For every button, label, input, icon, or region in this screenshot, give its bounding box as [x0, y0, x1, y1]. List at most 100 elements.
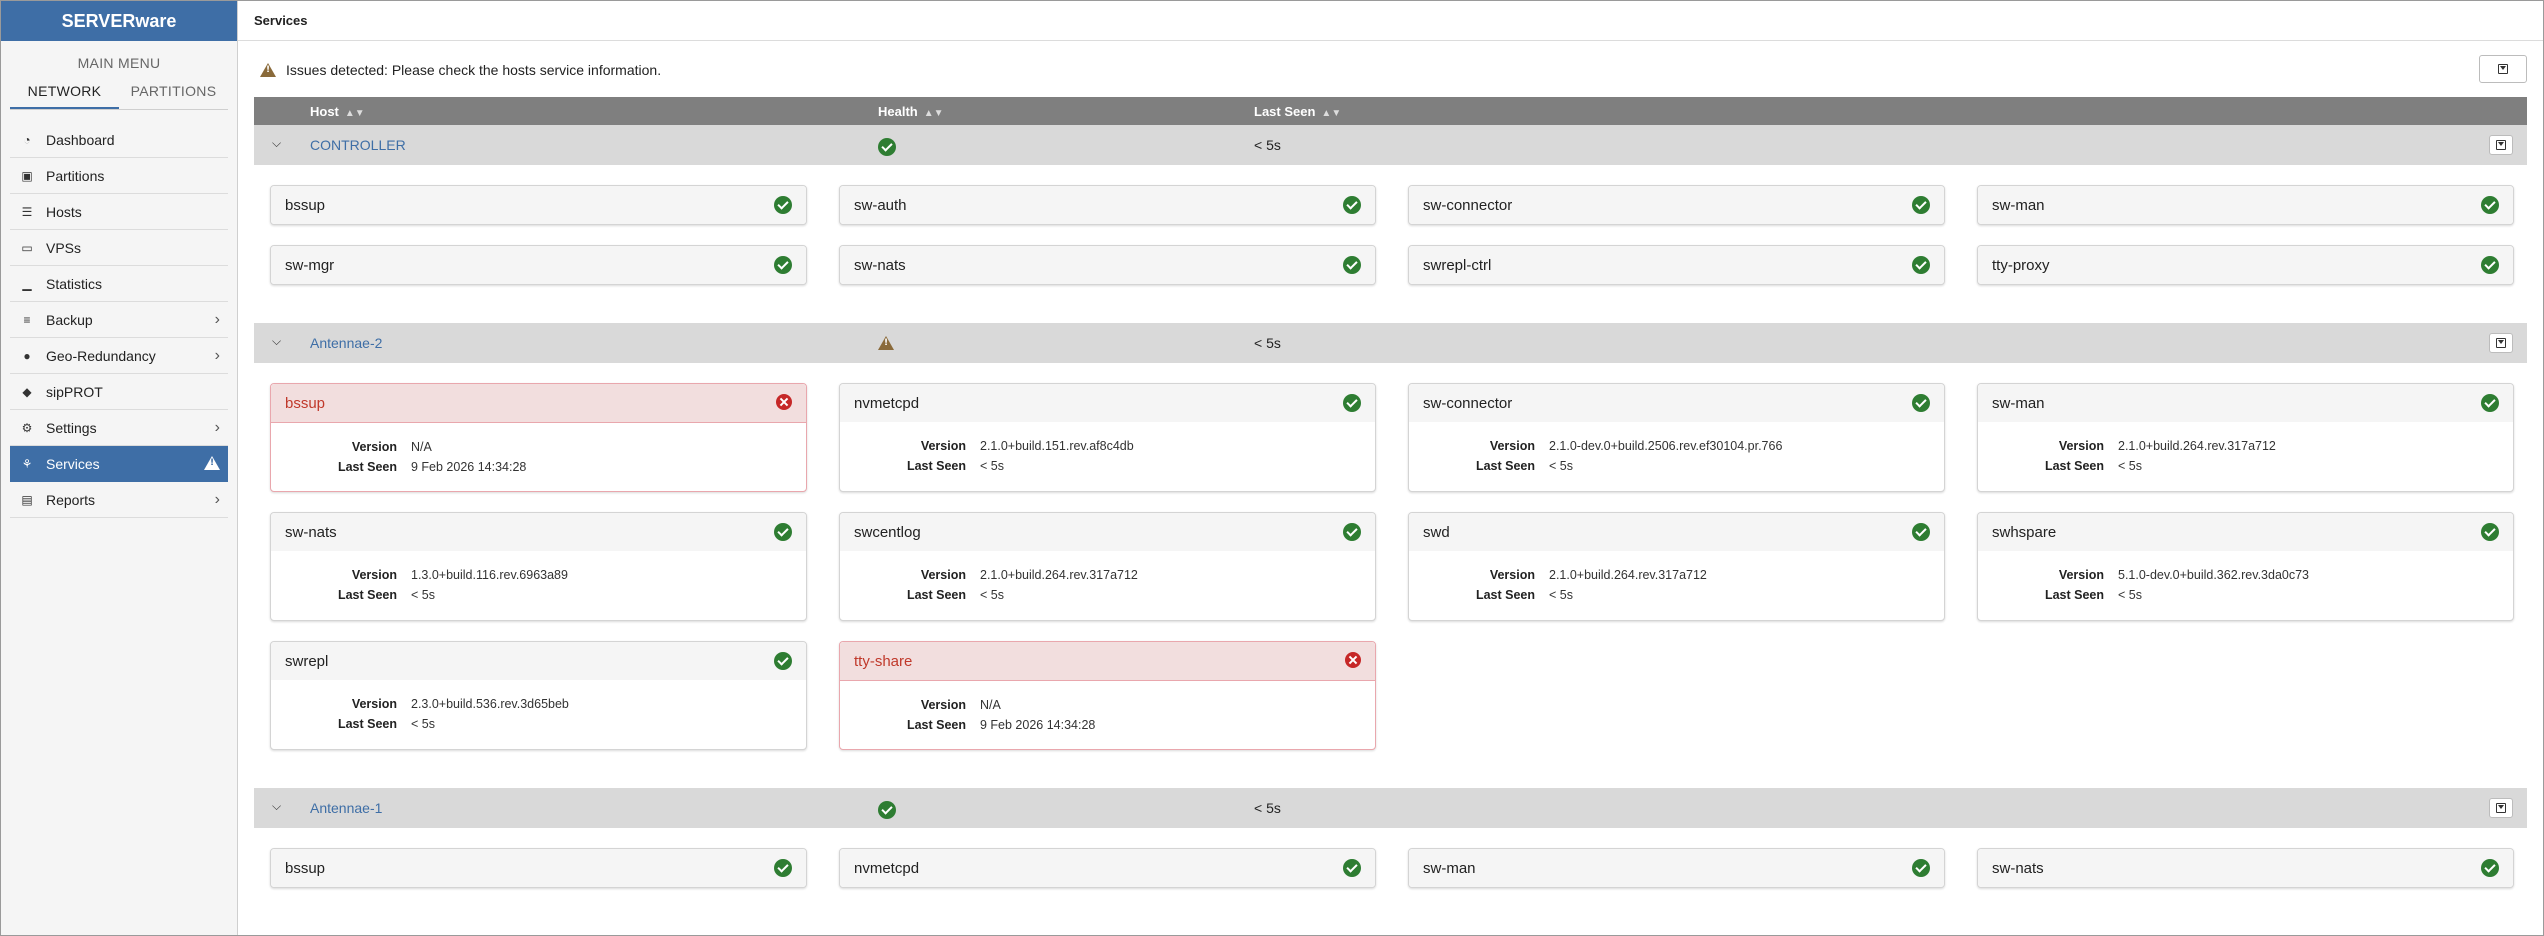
collapse-host-button[interactable]	[2489, 333, 2513, 353]
service-status	[1343, 523, 1361, 545]
globe-icon: ●	[23, 348, 31, 363]
collapse-icon	[2496, 140, 2506, 150]
service-last-seen-row: Last Seen < 5s	[271, 714, 806, 734]
service-card[interactable]: swcentlog Version 2.1.0+build.264.rev.317a…	[839, 512, 1376, 621]
service-card[interactable]: bssup	[270, 848, 807, 888]
column-host[interactable]: Host ▲▼	[310, 104, 365, 119]
sidebar-item-backup[interactable]: ≡ Backup ›	[10, 302, 228, 338]
host-health	[878, 801, 896, 822]
chevron-down-icon[interactable]: ⌵	[272, 136, 281, 151]
check-circle-icon	[1912, 256, 1930, 274]
sidebar-item-label: Statistics	[46, 275, 103, 292]
hosts-icon: ☰	[21, 204, 33, 219]
sidebar-item-geo-redundancy[interactable]: ● Geo-Redundancy ›	[10, 338, 228, 374]
service-card[interactable]: swd Version 2.1.0+build.264.rev.317a712 Las…	[1408, 512, 1945, 621]
service-last-seen-label: Last Seen	[337, 588, 397, 602]
alert-banner: Issues detected: Please check the hosts …	[238, 51, 2543, 89]
check-circle-icon	[774, 256, 792, 274]
service-details: Version 2.1.0+build.264.rev.317a712 Last S…	[1978, 422, 2513, 486]
chevron-down-icon[interactable]: ⌵	[272, 799, 281, 814]
host-name[interactable]: CONTROLLER	[310, 137, 406, 153]
sidebar-item-dashboard[interactable]: ◔ Dashboard	[10, 122, 228, 158]
collapse-host-button[interactable]	[2489, 798, 2513, 818]
service-card[interactable]: swhspare Version 5.1.0-dev.0+build.362.rev…	[1977, 512, 2514, 621]
host-row[interactable]: ⌵ Antennae-2 < 5s	[254, 323, 2527, 363]
service-card[interactable]: nvmetcpd Version 2.1.0+build.151.rev.af8c4…	[839, 383, 1376, 492]
service-status	[774, 196, 792, 218]
sidebar-item-reports[interactable]: ▤ Reports ›	[10, 482, 228, 518]
service-card[interactable]: sw-man	[1977, 185, 2514, 225]
service-card-header: bssup	[271, 384, 806, 423]
sidebar-item-label: Settings	[46, 419, 97, 436]
sort-icon: ▲▼	[1321, 108, 1342, 119]
service-card[interactable]: sw-connector Version 2.1.0-dev.0+build.250…	[1408, 383, 1945, 492]
service-card[interactable]: sw-man	[1408, 848, 1945, 888]
service-card[interactable]: sw-man Version 2.1.0+build.264.rev.317a712…	[1977, 383, 2514, 492]
tab-partitions[interactable]: PARTITIONS	[119, 79, 228, 109]
host-health	[878, 138, 896, 159]
host-row[interactable]: ⌵ Antennae-1 < 5s	[254, 788, 2527, 828]
service-last-seen-label: Last Seen	[1475, 588, 1535, 602]
service-card[interactable]: sw-nats	[1977, 848, 2514, 888]
service-name: sw-nats	[285, 523, 337, 541]
sidebar-item-sipprot[interactable]: ◆ sipPROT	[10, 374, 228, 410]
service-card[interactable]: swrepl Version 2.3.0+build.536.rev.3d65beb…	[270, 641, 807, 750]
sidebar-nav: ◔ Dashboard ▣ Partitions ☰ Hosts ▭ VPSs ▁ Statist…	[10, 122, 228, 518]
service-name: sw-man	[1992, 394, 2045, 412]
sidebar-item-vpss[interactable]: ▭ VPSs	[10, 230, 228, 266]
column-health[interactable]: Health ▲▼	[878, 104, 944, 119]
collapse-host-button[interactable]	[2489, 135, 2513, 155]
service-card[interactable]: sw-auth	[839, 185, 1376, 225]
service-last-seen-label: Last Seen	[2044, 588, 2104, 602]
host-name[interactable]: Antennae-2	[310, 335, 382, 351]
sidebar-item-services[interactable]: ⚘ Services	[10, 446, 228, 482]
services-grid: Host ▲▼ Health ▲▼ Last Seen ▲▼ ⌵ CONTROLLER <…	[254, 97, 2527, 926]
sidebar-item-partitions[interactable]: ▣ Partitions	[10, 158, 228, 194]
sidebar-item-label: Dashboard	[46, 131, 115, 148]
service-name: sw-mgr	[285, 256, 335, 274]
sidebar-item-label: Hosts	[46, 203, 82, 220]
service-card[interactable]: bssup	[270, 185, 807, 225]
service-last-seen-row: Last Seen < 5s	[271, 585, 806, 605]
service-card-header: nvmetcpd	[840, 384, 1375, 422]
table-header: Host ▲▼ Health ▲▼ Last Seen ▲▼	[254, 97, 2527, 125]
menu-tabs: NETWORK PARTITIONS	[10, 79, 228, 110]
host-row[interactable]: ⌵ CONTROLLER < 5s	[254, 125, 2527, 165]
service-card[interactable]: nvmetcpd	[839, 848, 1376, 888]
service-last-seen-label: Last Seen	[906, 459, 966, 473]
service-card-header: sw-nats	[840, 246, 1375, 284]
tab-network[interactable]: NETWORK	[10, 79, 119, 109]
sidebar-item-settings[interactable]: ⚙ Settings ›	[10, 410, 228, 446]
warning-icon	[878, 336, 894, 350]
warning-icon	[260, 63, 276, 77]
sidebar-item-hosts[interactable]: ☰ Hosts	[10, 194, 228, 230]
service-card[interactable]: tty-share Version N/A Last Seen 9 Feb 2026 1…	[839, 641, 1376, 750]
service-version-value: N/A	[980, 698, 1001, 712]
service-card[interactable]: sw-connector	[1408, 185, 1945, 225]
service-status	[1912, 523, 1930, 545]
error-circle-icon	[776, 394, 792, 410]
check-circle-icon	[1912, 196, 1930, 214]
service-last-seen-value: 9 Feb 2026 14:34:28	[411, 460, 527, 474]
service-version-label: Version	[351, 568, 397, 582]
service-card[interactable]: sw-mgr	[270, 245, 807, 285]
service-card[interactable]: swrepl-ctrl	[1408, 245, 1945, 285]
check-circle-icon	[1343, 394, 1361, 412]
service-last-seen-label: Last Seen	[906, 588, 966, 602]
sidebar-item-statistics[interactable]: ▁ Statistics	[10, 266, 228, 302]
service-card[interactable]: sw-nats	[839, 245, 1376, 285]
chevron-down-icon[interactable]: ⌵	[272, 334, 281, 349]
service-card-header: swd	[1409, 513, 1944, 551]
service-card[interactable]: bssup Version N/A Last Seen 9 Feb 2026 14:34…	[270, 383, 807, 492]
brand-logo[interactable]: SERVERware	[1, 1, 237, 41]
service-details: Version 2.1.0-dev.0+build.2506.rev.ef3010…	[1409, 422, 1944, 486]
collapse-icon	[2496, 803, 2506, 813]
column-last-seen[interactable]: Last Seen ▲▼	[1254, 104, 1341, 119]
service-card[interactable]: sw-nats Version 1.3.0+build.116.rev.6963a8…	[270, 512, 807, 621]
check-circle-icon	[1343, 256, 1361, 274]
service-card[interactable]: tty-proxy	[1977, 245, 2514, 285]
collapse-all-button[interactable]	[2479, 55, 2527, 83]
service-version-row: Version 2.1.0+build.264.rev.317a712	[840, 565, 1375, 585]
service-name: tty-share	[854, 652, 913, 670]
host-name[interactable]: Antennae-1	[310, 800, 382, 816]
